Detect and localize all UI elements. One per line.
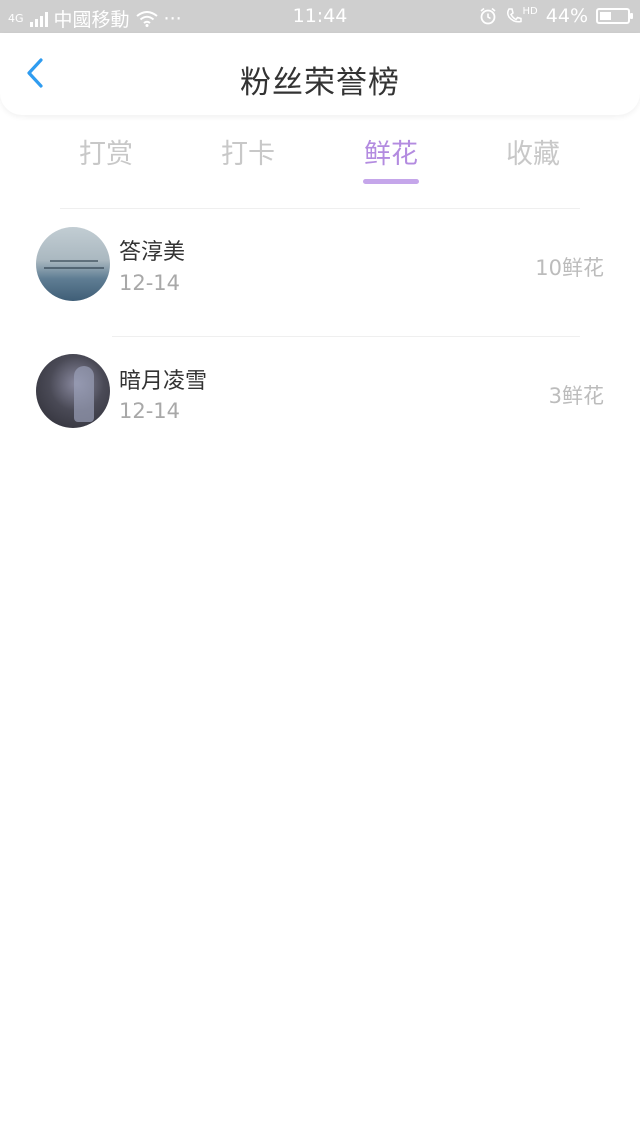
flower-count: 3鲜花 — [548, 384, 604, 408]
alarm-icon — [480, 7, 496, 25]
tab-tip[interactable]: 打赏 — [46, 132, 166, 171]
status-bar: 4G 中國移動 ··· 11:44 HD 44% — [0, 0, 640, 33]
tab-bar: 打赏 打卡 鲜花 收藏 — [0, 132, 640, 190]
tab-checkin[interactable]: 打卡 — [188, 132, 308, 171]
user-name: 答淳美 — [119, 240, 186, 265]
call-hd-icon: HD — [505, 7, 538, 25]
battery-percent: 44% — [545, 5, 588, 27]
divider — [60, 208, 580, 209]
avatar — [36, 227, 110, 301]
date-label: 12-14 — [119, 399, 181, 423]
active-tab-indicator — [363, 179, 419, 184]
status-right: HD 44% — [479, 5, 633, 27]
avatar — [36, 354, 110, 428]
flower-count: 10鲜花 — [535, 256, 604, 280]
divider — [112, 336, 580, 337]
battery-icon — [596, 8, 633, 24]
tab-flowers[interactable]: 鲜花 — [331, 132, 451, 171]
date-label: 12-14 — [119, 271, 181, 295]
page-title: 粉丝荣誉榜 — [240, 65, 400, 101]
user-name: 暗月凌雪 — [119, 369, 208, 394]
hd-badge: HD — [522, 6, 538, 17]
header: 粉丝荣誉榜 — [0, 33, 640, 115]
tab-favorites[interactable]: 收藏 — [473, 132, 593, 171]
